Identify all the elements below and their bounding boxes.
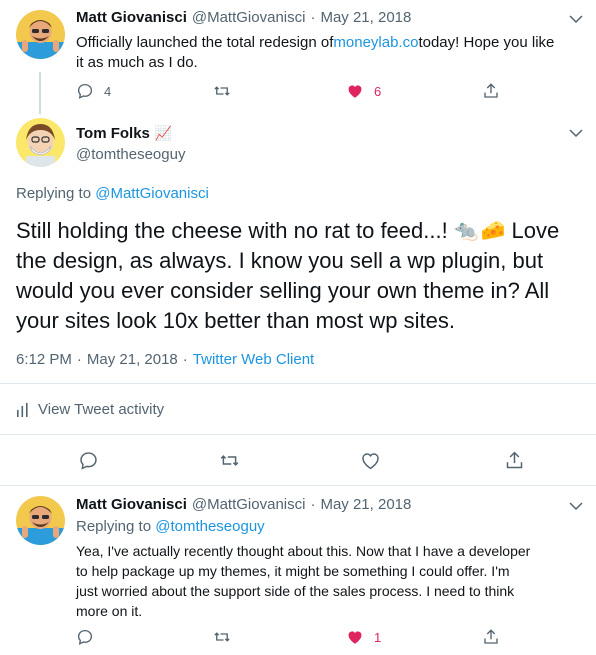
tweet-text-line: would you ever consider selling your own… bbox=[16, 278, 550, 303]
replying-to-handle[interactable]: @tomtheseoguy bbox=[155, 518, 264, 535]
chevron-down-icon[interactable] bbox=[567, 497, 585, 515]
tweet-text-line: to help package up my themes, it might b… bbox=[76, 563, 510, 579]
chevron-down-icon[interactable] bbox=[567, 124, 585, 142]
reply-button[interactable] bbox=[78, 450, 99, 471]
tweet-text-line: your sites look 10x better than most wp … bbox=[16, 308, 455, 333]
author-handle[interactable]: @tomtheseoguy bbox=[76, 146, 185, 163]
view-activity-link[interactable]: View Tweet activity bbox=[16, 401, 164, 418]
author-name[interactable]: Matt Giovanisci bbox=[76, 496, 187, 513]
avatar-illustration-icon bbox=[16, 496, 65, 545]
tweet-date[interactable]: May 21, 2018 bbox=[87, 351, 178, 368]
share-icon bbox=[506, 451, 523, 469]
retweet-icon bbox=[220, 455, 239, 466]
avatar-illustration-icon bbox=[16, 10, 65, 59]
reply-icon bbox=[77, 83, 93, 99]
divider bbox=[0, 434, 596, 435]
replying-to-handle[interactable]: @MattGiovanisci bbox=[95, 185, 209, 202]
cheese-emoji-icon: 🧀 bbox=[480, 220, 506, 242]
author-handle[interactable]: @MattGiovanisci bbox=[192, 496, 306, 513]
tweet-text-part: Officially launched the total redesign o… bbox=[76, 34, 334, 51]
tweet-header: Matt Giovanisci @MattGiovanisci · May 21… bbox=[76, 9, 411, 26]
like-button[interactable]: 1 bbox=[346, 628, 381, 646]
tweet-text-part: today! Hope you like bbox=[418, 34, 555, 51]
reply-icon bbox=[77, 629, 93, 645]
author-name-row: Tom Folks 📈 bbox=[76, 125, 172, 142]
tweet-text-line: it as much as I do. bbox=[76, 54, 198, 71]
share-button[interactable] bbox=[482, 82, 500, 100]
retweet-button[interactable] bbox=[213, 82, 231, 100]
tweet-text-line: Still holding the cheese with no rat to … bbox=[16, 218, 448, 243]
divider bbox=[0, 485, 596, 486]
tweet-text-part: Love bbox=[511, 218, 560, 243]
moneylab-link[interactable]: moneylab.co bbox=[333, 33, 418, 53]
replying-to: Replying to @MattGiovanisci bbox=[16, 185, 209, 202]
separator-dot: · bbox=[310, 9, 316, 26]
tweet-text-line: more on it. bbox=[76, 603, 143, 619]
author-name[interactable]: Tom Folks bbox=[76, 125, 150, 142]
avatar[interactable] bbox=[16, 118, 65, 167]
reply-icon bbox=[80, 452, 97, 470]
share-button[interactable] bbox=[504, 450, 525, 471]
separator-dot: · bbox=[310, 496, 316, 513]
like-button[interactable]: 6 bbox=[346, 82, 381, 100]
separator-dot: · bbox=[182, 351, 188, 368]
replying-to-prefix: Replying to bbox=[16, 185, 96, 202]
divider bbox=[0, 383, 596, 384]
tweet-text: Officially launched the total redesign o… bbox=[76, 33, 576, 73]
replying-to-prefix: Replying to bbox=[76, 518, 156, 535]
tweet-time[interactable]: 6:12 PM bbox=[16, 351, 72, 368]
tweet-header: Matt Giovanisci @MattGiovanisci · May 21… bbox=[76, 496, 411, 513]
like-button[interactable] bbox=[360, 450, 381, 471]
retweet-button[interactable] bbox=[219, 450, 240, 471]
tweet-text-line: Yea, I've actually recently thought abou… bbox=[76, 543, 531, 559]
author-handle[interactable]: @MattGiovanisci bbox=[192, 9, 306, 26]
replying-to: Replying to @tomtheseoguy bbox=[76, 518, 265, 535]
rat-emoji-icon: 🐀 bbox=[453, 220, 479, 242]
tweet-text-line: just worried about the support side of t… bbox=[76, 583, 515, 599]
client-link[interactable]: Twitter Web Client bbox=[193, 351, 314, 368]
share-icon bbox=[484, 83, 498, 98]
tweet-date[interactable]: May 21, 2018 bbox=[320, 496, 411, 513]
share-button[interactable] bbox=[482, 628, 500, 646]
retweet-icon bbox=[214, 632, 230, 642]
heart-filled-icon bbox=[348, 85, 362, 98]
view-activity-label: View Tweet activity bbox=[38, 401, 165, 418]
retweet-button[interactable] bbox=[213, 628, 231, 646]
avatar-illustration-icon bbox=[16, 118, 65, 167]
bar-chart-icon bbox=[17, 402, 28, 417]
thread-connector bbox=[39, 72, 41, 114]
tweet-meta: 6:12 PM · May 21, 2018 · Twitter Web Cli… bbox=[16, 351, 314, 368]
avatar[interactable] bbox=[16, 10, 65, 59]
tweet-text-line: the design, as always. I know you sell a… bbox=[16, 248, 544, 273]
avatar[interactable] bbox=[16, 496, 65, 545]
heart-icon bbox=[362, 453, 379, 470]
reply-count: 4 bbox=[104, 83, 112, 99]
tweet-date[interactable]: May 21, 2018 bbox=[320, 9, 411, 26]
reply-button[interactable]: 4 bbox=[76, 82, 111, 100]
share-icon bbox=[484, 629, 498, 644]
chevron-down-icon[interactable] bbox=[567, 10, 585, 28]
author-name[interactable]: Matt Giovanisci bbox=[76, 9, 187, 26]
chart-up-emoji-icon: 📈 bbox=[154, 125, 173, 141]
reply-button[interactable] bbox=[76, 628, 94, 646]
like-count: 6 bbox=[374, 83, 382, 99]
focused-tweet-text: Still holding the cheese with no rat to … bbox=[16, 216, 591, 336]
retweet-icon bbox=[214, 86, 230, 96]
tweet-text: Yea, I've actually recently thought abou… bbox=[76, 541, 588, 621]
separator-dot: · bbox=[76, 351, 82, 368]
like-count: 1 bbox=[374, 629, 382, 645]
heart-filled-icon bbox=[348, 631, 362, 644]
